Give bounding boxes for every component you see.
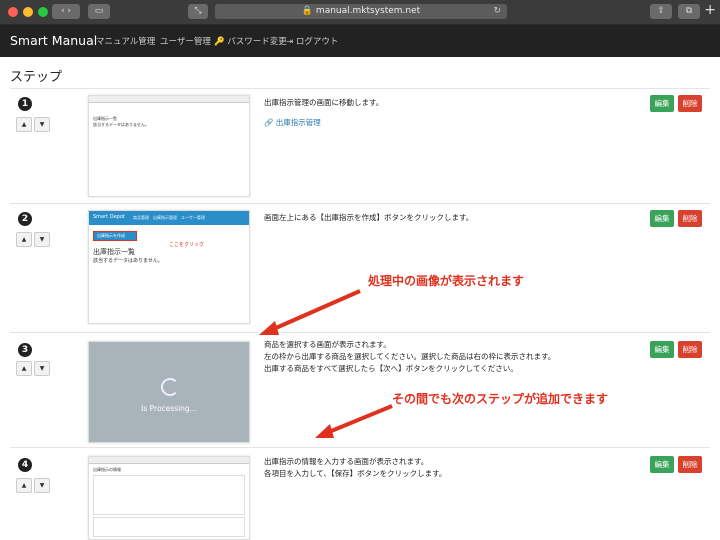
- address-text: manual.mktsystem.net: [315, 6, 421, 16]
- thumb-subtext: 該当するデータはありません。: [93, 122, 149, 127]
- step-row: 4 ▲ ▼ 出庫指示の情報 出庫指示の情報を入力する画面が表示されます。 各項目…: [10, 447, 710, 540]
- processing-text: Is Processing...: [141, 404, 197, 413]
- thumb-create-button: 出庫指示を作成: [93, 231, 137, 241]
- step-link[interactable]: 🔗 出庫指示管理: [264, 117, 383, 129]
- app-navbar: Smart Manual マニュアル管理 ユーザー管理 🔑 パスワード変更 ⇥ …: [0, 25, 720, 57]
- description-line: 左の枠から出庫する商品を選択してください。選択した商品は右の枠に表示されます。: [264, 352, 556, 361]
- thumb-browser-bar: [89, 96, 249, 103]
- reload-icon[interactable]: ↻: [493, 4, 501, 19]
- move-down-button[interactable]: ▼: [34, 232, 50, 247]
- sidebar-toggle-icon[interactable]: ▭: [88, 4, 110, 19]
- delete-button[interactable]: 削除: [678, 210, 702, 227]
- description-line: 各項目を入力して、【保存】ボタンをクリックします。: [264, 469, 447, 478]
- nav-password-change[interactable]: 🔑 パスワード変更: [214, 35, 287, 47]
- thumb-heading: 出庫指示一覧: [93, 248, 135, 256]
- move-down-button[interactable]: ▼: [34, 361, 50, 376]
- annotation-add-steps: その間でも次のステップが追加できます: [392, 392, 609, 406]
- description-line: 出庫する商品をすべて選択したら【次へ】ボタンをクリックしてください。: [264, 364, 518, 373]
- nav-password-label: パスワード変更: [227, 37, 287, 47]
- delete-button[interactable]: 削除: [678, 341, 702, 358]
- thumb-heading: 出庫指示の情報: [93, 467, 121, 472]
- move-down-button[interactable]: ▼: [34, 117, 50, 132]
- step-number: 2: [18, 212, 32, 226]
- tab-overview-icon[interactable]: ⤡: [188, 4, 208, 19]
- minimize-window-button[interactable]: [23, 7, 33, 17]
- edit-button[interactable]: 編集: [650, 95, 674, 112]
- browser-toolbar: ‹ › ▭ ⤡ 🔒 manual.mktsystem.net ↻ ⇪ ⧉ +: [0, 0, 720, 25]
- annotation-processing: 処理中の画像が表示されます: [368, 274, 525, 288]
- page-title: ステップ: [10, 70, 63, 85]
- nav-manual-management[interactable]: マニュアル管理: [96, 35, 155, 47]
- step-description: 出庫指示管理の画面に移動します。 🔗 出庫指示管理: [264, 97, 383, 129]
- thumb-brand: Smart Depot: [93, 214, 125, 220]
- thumb-browser-bar: [89, 457, 249, 464]
- description-line: 出庫指示の情報を入力する画面が表示されます。: [264, 457, 429, 466]
- address-bar[interactable]: 🔒 manual.mktsystem.net ↻: [215, 4, 507, 19]
- step-number: 1: [18, 97, 32, 111]
- step-screenshot[interactable]: 出庫指示一覧 該当するデータはありません。: [88, 95, 250, 197]
- move-up-button[interactable]: ▲: [16, 232, 32, 247]
- thumb-callout: ここをクリック: [169, 242, 205, 248]
- nav-logout-label: ログアウト: [295, 37, 339, 47]
- step-description: 出庫指示の情報を入力する画面が表示されます。 各項目を入力して、【保存】ボタンを…: [264, 456, 446, 480]
- link-icon: 🔗: [264, 118, 274, 127]
- back-forward-buttons[interactable]: ‹ ›: [52, 4, 80, 19]
- thumb-form: [93, 475, 245, 515]
- nav-logout[interactable]: ⇥ ログアウト: [286, 35, 338, 47]
- description-line: 画面左上にある【出庫指示を作成】ボタンをクリックします。: [264, 213, 474, 222]
- description-line: 出庫指示管理の画面に移動します。: [264, 98, 384, 107]
- thumb-subtext: 該当するデータはありません。: [93, 258, 163, 264]
- step-description: 商品を選択する画面が表示されます。 左の枠から出庫する商品を選択してください。選…: [264, 339, 555, 375]
- step-link-label: 出庫指示管理: [275, 118, 321, 127]
- step-screenshot[interactable]: 出庫指示の情報: [88, 456, 250, 540]
- annotation-arrow-icon: [259, 289, 361, 335]
- thumb-table: [93, 517, 245, 537]
- move-down-button[interactable]: ▼: [34, 478, 50, 493]
- share-icon[interactable]: ⇪: [650, 4, 672, 19]
- processing-spinner-icon: [161, 378, 179, 396]
- logout-icon: ⇥: [286, 37, 294, 47]
- step-number: 4: [18, 458, 32, 472]
- move-up-button[interactable]: ▲: [16, 117, 32, 132]
- description-line: 商品を選択する画面が表示されます。: [264, 340, 391, 349]
- move-up-button[interactable]: ▲: [16, 361, 32, 376]
- nav-user-management[interactable]: ユーザー管理: [160, 35, 211, 47]
- step-processing-image: Is Processing...: [88, 341, 250, 443]
- tabs-icon[interactable]: ⧉: [678, 4, 700, 19]
- annotation-arrow-icon: [315, 404, 393, 438]
- step-description: 画面左上にある【出庫指示を作成】ボタンをクリックします。: [264, 212, 473, 224]
- brand-logo[interactable]: Smart Manual: [10, 33, 97, 48]
- edit-button[interactable]: 編集: [650, 341, 674, 358]
- delete-button[interactable]: 削除: [678, 95, 702, 112]
- step-screenshot[interactable]: Smart Depot 商品管理 出庫指示管理 ユーザー管理 出庫指示を作成 こ…: [88, 210, 250, 324]
- delete-button[interactable]: 削除: [678, 456, 702, 473]
- edit-button[interactable]: 編集: [650, 210, 674, 227]
- move-up-button[interactable]: ▲: [16, 478, 32, 493]
- thumb-create-label: 出庫指示を作成: [97, 233, 125, 238]
- step-number: 3: [18, 343, 32, 357]
- key-icon: 🔑: [214, 37, 225, 47]
- step-row: 1 ▲ ▼ 出庫指示一覧 該当するデータはありません。 出庫指示管理の画面に移動…: [10, 88, 710, 204]
- edit-button[interactable]: 編集: [650, 456, 674, 473]
- close-window-button[interactable]: [8, 7, 18, 17]
- thumb-menu: 商品管理 出庫指示管理 ユーザー管理: [133, 215, 205, 220]
- new-tab-icon[interactable]: +: [704, 2, 716, 18]
- lock-icon: 🔒: [301, 6, 314, 16]
- maximize-window-button[interactable]: [38, 7, 48, 17]
